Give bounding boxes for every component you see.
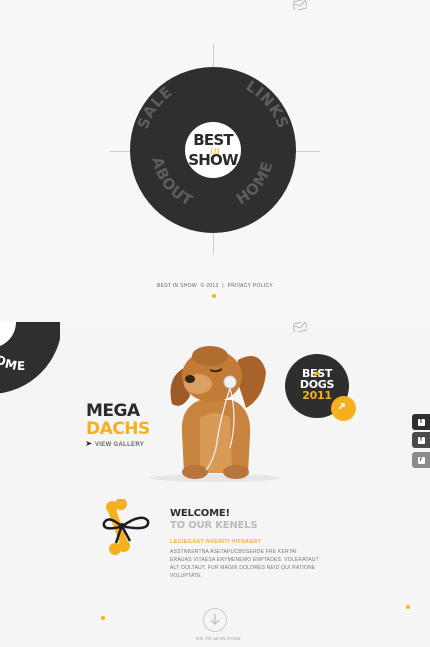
logo-line2: SHOW	[188, 151, 239, 169]
promo-block: MEGA DACHS VIEW GALLERY	[86, 402, 150, 448]
social-facebook-button[interactable]: f	[412, 432, 430, 448]
footer-separator: |	[222, 283, 224, 289]
facebook-icon: f	[417, 436, 425, 444]
side-circular-menu[interactable]: HOME	[0, 322, 60, 412]
view-gallery-label: VIEW GALLERY	[95, 441, 145, 448]
decor-dot	[101, 616, 105, 620]
footer-site-name: BEST IN SHOW	[156, 283, 197, 289]
view-gallery-link[interactable]: VIEW GALLERY	[86, 441, 150, 448]
rss-icon: r	[417, 456, 425, 464]
go-main-label: GO TO MAIN PAGE	[196, 636, 241, 641]
welcome-body: ASSTNKERTNA ASETAPUCBOSERDE FRE KERTAI E…	[170, 549, 319, 579]
envelope-icon	[293, 322, 307, 332]
dog-with-headphones-image	[160, 338, 270, 480]
welcome-heading: LECIEGAST NVERITI VITSAERT	[170, 539, 262, 545]
circular-menu: SALE LINKS HOME ABOUT BEST in SHOW	[130, 67, 296, 233]
twitter-icon: t	[417, 418, 425, 426]
decor-dot	[406, 605, 410, 609]
promo-line1: MEGA	[86, 401, 140, 421]
privacy-policy-link[interactable]: PRIVACY POLICY	[228, 283, 273, 289]
go-main-circle	[203, 608, 227, 632]
crown-icon	[314, 362, 320, 375]
go-to-main-page-button[interactable]: GO TO MAIN PAGE	[196, 608, 241, 641]
promo-line2: DACHS	[86, 419, 150, 439]
arrow-right-icon	[86, 441, 92, 448]
welcome-section: WELCOME! TO OUR KENELS LECIEGAST NVERITI…	[170, 508, 370, 580]
logo[interactable]: BEST in SHOW	[185, 122, 241, 178]
welcome-subtitle: TO OUR KENELS	[170, 520, 258, 531]
footer-copyright: © 2012	[200, 283, 219, 289]
badge-accent-circle[interactable]	[331, 396, 356, 421]
welcome-title: WELCOME!	[170, 508, 230, 519]
footer-dot	[212, 294, 216, 298]
social-twitter-button[interactable]: t	[412, 414, 430, 430]
arrow-down-icon	[210, 614, 220, 625]
footer: BEST IN SHOW © 2012 | PRIVACY POLICY	[0, 283, 430, 289]
social-rss-button[interactable]: r	[412, 452, 430, 468]
envelope-icon	[293, 0, 307, 10]
bone-ribbon-icon	[100, 499, 156, 555]
